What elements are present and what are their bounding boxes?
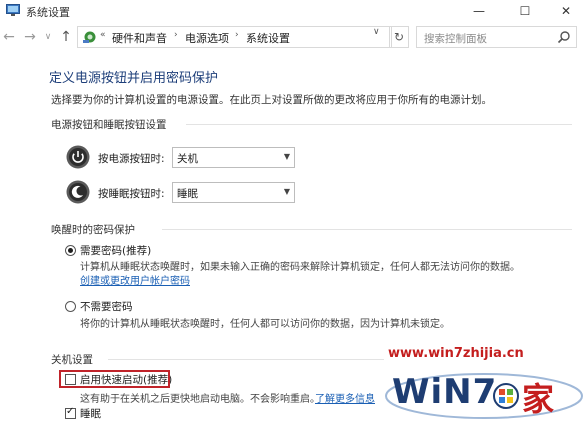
sleep-button-label: 按睡眠按钮时: — [98, 188, 165, 200]
sleep-checkbox[interactable] — [65, 406, 76, 419]
sleep-option-label[interactable]: 睡眠 — [80, 406, 101, 421]
learn-more-link[interactable]: 了解更多信息 — [315, 390, 375, 405]
search-box[interactable]: 搜索控制面板 — [416, 26, 577, 48]
breadcrumb-power-options[interactable]: 电源选项 — [185, 30, 229, 46]
highlight-box — [59, 370, 170, 388]
require-password-label[interactable]: 需要密码(推荐) — [80, 243, 151, 258]
search-icon[interactable] — [557, 30, 571, 44]
no-password-label[interactable]: 不需要密码 — [80, 299, 133, 314]
breadcrumb-system-settings[interactable]: 系统设置 — [246, 30, 290, 46]
breadcrumb-overflow[interactable]: « — [100, 30, 106, 40]
power-button-value: 关机 — [177, 153, 198, 165]
breadcrumb-separator[interactable]: › — [174, 30, 178, 40]
power-buttons-heading: 电源按钮和睡眠按钮设置 — [51, 119, 167, 131]
wake-password-heading: 唤醒时的密码保护 — [51, 224, 135, 236]
power-button-select[interactable]: 关机 ▼ — [172, 147, 295, 168]
shutdown-settings-heading: 关机设置 — [51, 354, 93, 366]
maximize-button[interactable]: ☐ — [505, 0, 545, 22]
minimize-button[interactable]: — — [459, 0, 499, 22]
require-password-radio[interactable] — [65, 245, 76, 256]
chevron-down-icon: ▼ — [283, 152, 290, 161]
back-button[interactable]: ← — [1, 28, 17, 46]
section-divider — [108, 359, 384, 360]
no-password-description: 将你的计算机从睡眠状态唤醒时，任何人都可以访问你的数据，因为计算机未锁定。 — [80, 319, 450, 330]
navigation-bar: ← → ∨ ↑ « 硬件和声音 › 电源选项 › 系统设置 ∨ ↻ 搜索控制面板 — [0, 24, 584, 50]
watermark-logo-text: WiN7 — [392, 372, 498, 412]
power-button-icon — [66, 145, 90, 169]
forward-button[interactable]: → — [22, 28, 38, 46]
watermark-url: www.win7zhijia.cn — [388, 346, 524, 361]
fast-startup-description: 这有助于在关机之后更快地启动电脑。不会影响重启。 — [80, 394, 320, 405]
search-placeholder: 搜索控制面板 — [424, 33, 487, 45]
recent-locations-dropdown[interactable]: ∨ — [40, 28, 56, 46]
control-panel-icon — [83, 31, 96, 43]
no-password-radio[interactable] — [65, 301, 76, 312]
control-panel-icon — [6, 4, 20, 16]
up-button[interactable]: ↑ — [58, 28, 74, 46]
refresh-button[interactable]: ↻ — [389, 26, 409, 48]
breadcrumb-hardware-sound[interactable]: 硬件和声音 — [112, 30, 167, 46]
page-intro: 选择要为你的计算机设置的电源设置。在此页上对设置所做的更改将应用于你所有的电源计… — [51, 94, 492, 106]
sleep-button-icon — [66, 180, 90, 204]
power-button-label: 按电源按钮时: — [98, 153, 165, 165]
breadcrumb-separator[interactable]: › — [235, 30, 239, 40]
window-title: 系统设置 — [26, 6, 70, 19]
watermark-logo-char: 家 — [522, 380, 555, 418]
page-title: 定义电源按钮并启用密码保护 — [49, 71, 219, 86]
title-bar: 系统设置 — ☐ ✕ — [0, 0, 584, 22]
address-dropdown[interactable]: ∨ — [373, 27, 380, 37]
sleep-button-value: 睡眠 — [177, 188, 198, 200]
section-divider — [162, 229, 572, 230]
close-button[interactable]: ✕ — [548, 0, 584, 22]
require-password-description: 计算机从睡眠状态唤醒时，如果未输入正确的密码来解除计算机锁定，任何人都无法访问你… — [80, 262, 520, 273]
chevron-down-icon: ▼ — [283, 187, 290, 196]
address-bar[interactable]: « 硬件和声音 › 电源选项 › 系统设置 — [77, 26, 392, 48]
sleep-button-select[interactable]: 睡眠 ▼ — [172, 182, 295, 203]
change-password-link[interactable]: 创建或更改用户帐户密码 — [80, 272, 190, 287]
section-divider — [186, 124, 572, 125]
